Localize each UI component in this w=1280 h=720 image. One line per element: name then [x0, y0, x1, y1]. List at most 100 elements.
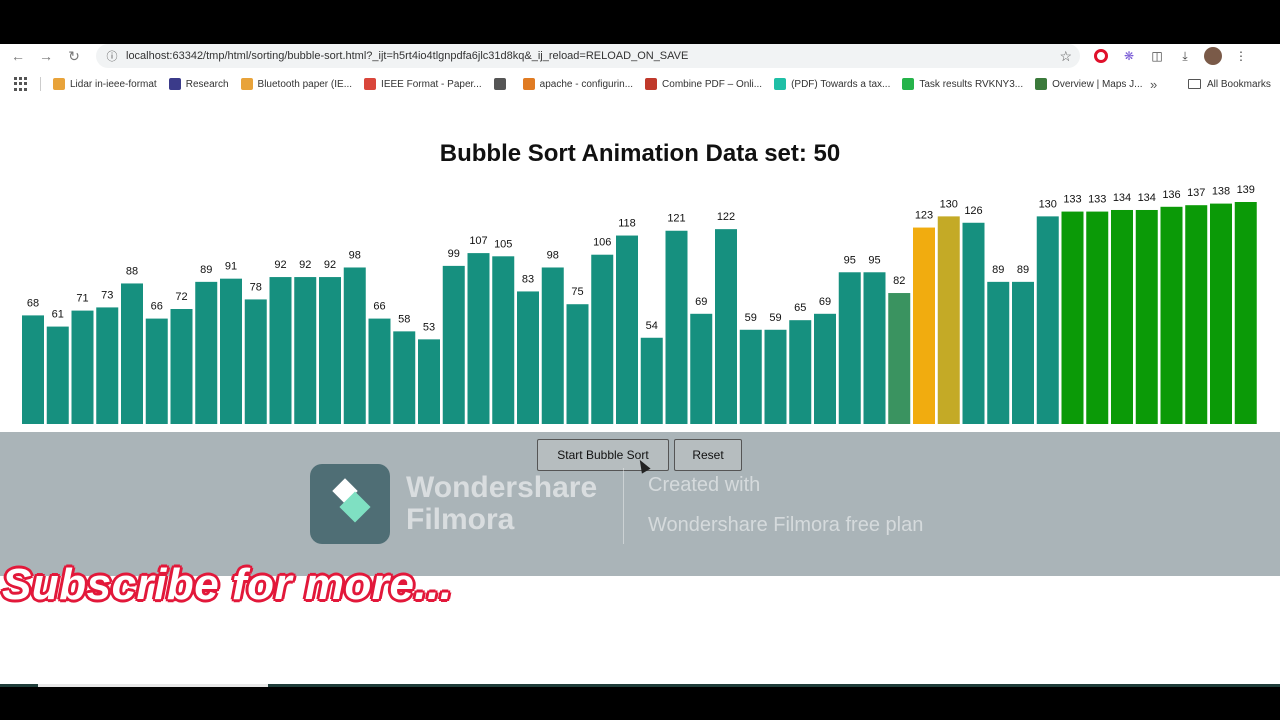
bookmark-item[interactable]: apache - configurin... — [522, 78, 633, 90]
bar — [888, 293, 911, 424]
bar — [442, 265, 465, 424]
bookmark-item[interactable]: Combine PDF – Onli... — [645, 78, 762, 90]
bar-value-label: 88 — [126, 265, 138, 277]
bar — [467, 253, 490, 424]
bookmark-label: Bluetooth paper (IE... — [257, 78, 353, 90]
rg-icon — [774, 78, 787, 90]
bar — [690, 313, 713, 424]
opera-icon[interactable] — [1092, 47, 1110, 65]
bar — [22, 315, 44, 424]
bookmark-item[interactable]: Bluetooth paper (IE... — [240, 78, 353, 90]
bar — [541, 267, 564, 424]
bar-value-label: 69 — [819, 296, 831, 308]
bar — [393, 331, 416, 424]
bookmark-item[interactable]: IEEE Format - Paper... — [364, 78, 482, 90]
apps-grid-icon[interactable] — [14, 77, 28, 91]
all-bookmarks-button[interactable]: All Bookmarks — [1188, 79, 1271, 90]
bar — [319, 277, 341, 424]
bar-value-label: 54 — [646, 320, 658, 332]
bar-value-label: 98 — [547, 249, 559, 261]
bookmark-label: Combine PDF – Onli... — [662, 78, 763, 90]
bar — [71, 310, 94, 424]
bar — [739, 329, 762, 424]
bar — [1036, 216, 1059, 424]
n-logo-icon — [168, 78, 181, 90]
screen: ← → ↻ ⓘ localhost:63342/tmp/html/sorting… — [0, 0, 1280, 720]
puzzle-extensions-icon[interactable]: ◫ — [1148, 47, 1166, 65]
bar — [863, 272, 886, 424]
bar — [937, 216, 960, 424]
bar-value-label: 139 — [1237, 184, 1255, 196]
bar-value-label: 130 — [940, 198, 958, 210]
bar-value-label: 105 — [494, 238, 512, 250]
bookmark-label: IEEE Format - Paper... — [381, 78, 482, 90]
bar-value-label: 58 — [398, 313, 410, 325]
bar-value-label: 91 — [225, 261, 237, 273]
bookmark-label: (PDF) Towards a tax... — [791, 78, 891, 90]
bar — [1061, 211, 1084, 424]
bookmark-star-icon[interactable]: ☆ — [1059, 48, 1072, 65]
bar-value-label: 89 — [992, 264, 1004, 276]
bookmark-item[interactable]: Research — [168, 78, 229, 90]
bar-chart: 68 61 71 73 88 66 72 89 91 78 92 92 92 98 66 58 53 99 107 1… — [0, 182, 1280, 427]
bar — [368, 318, 391, 424]
bar-value-label: 118 — [618, 218, 636, 230]
bar-value-label: 126 — [964, 205, 982, 217]
bookmark-label: Research — [185, 78, 229, 90]
doc-icon — [53, 78, 65, 90]
bookmark-label: Overview | Maps J... — [1052, 78, 1143, 90]
watermark-divider — [623, 468, 624, 544]
site-info-icon[interactable]: ⓘ — [104, 48, 120, 64]
bar-value-label: 66 — [151, 301, 163, 313]
video-progress-bar[interactable] — [0, 684, 1280, 687]
globe-icon — [493, 78, 506, 90]
bar-value-label: 136 — [1162, 189, 1180, 201]
bar — [96, 307, 119, 424]
bar-value-label: 92 — [274, 259, 286, 271]
bar-value-label: 133 — [1063, 194, 1081, 206]
bar — [616, 235, 638, 424]
bookmark-item[interactable]: Lidar in-ieee-format — [53, 78, 157, 90]
watermark-brand-line2: Filmora — [406, 503, 515, 536]
bar-value-label: 72 — [175, 291, 187, 303]
code-icon — [1035, 78, 1048, 90]
bar-value-label: 138 — [1212, 186, 1230, 198]
bar — [121, 283, 143, 424]
more-bookmarks-chevron-icon[interactable]: » — [1150, 77, 1157, 92]
bar — [665, 230, 688, 424]
bar — [269, 277, 292, 424]
bar-value-label: 53 — [423, 321, 435, 333]
bar-value-label: 89 — [1017, 264, 1029, 276]
url-text: localhost:63342/tmp/html/sorting/bubble-… — [126, 50, 689, 62]
back-arrow-icon[interactable]: ← — [4, 44, 32, 68]
bar — [814, 313, 836, 424]
menu-kebab-icon[interactable]: ⋮ — [1232, 47, 1250, 65]
watermark-plan-text: Wondershare Filmora free plan — [648, 514, 924, 536]
reset-button[interactable]: Reset — [674, 439, 742, 471]
all-bookmarks-label: All Bookmarks — [1207, 78, 1271, 90]
bookmark-item[interactable] — [493, 78, 511, 90]
profile-avatar[interactable] — [1204, 47, 1222, 65]
address-bar[interactable]: ⓘ localhost:63342/tmp/html/sorting/bubbl… — [96, 44, 1080, 68]
gear-extension-icon[interactable]: ❋ — [1120, 47, 1138, 65]
bar-value-label: 66 — [373, 301, 385, 313]
bar-value-label: 107 — [469, 235, 487, 247]
bar — [145, 318, 168, 424]
bar-value-label: 82 — [893, 275, 905, 287]
bar — [1086, 211, 1109, 424]
bar — [343, 267, 366, 424]
bookmark-item[interactable]: Task results RVKNY3... — [902, 78, 1023, 90]
forward-arrow-icon[interactable]: → — [32, 44, 60, 68]
bar — [962, 222, 985, 424]
bookmark-item[interactable]: (PDF) Towards a tax... — [774, 78, 890, 90]
bar-value-label: 92 — [299, 259, 311, 271]
download-icon[interactable]: ⤓ — [1176, 47, 1194, 65]
bar — [987, 281, 1010, 424]
bookmark-item[interactable]: Overview | Maps J... — [1035, 78, 1143, 90]
reload-icon[interactable]: ↻ — [60, 44, 88, 68]
bar — [1111, 209, 1133, 424]
bar-value-label: 134 — [1138, 192, 1156, 204]
bar-value-label: 123 — [915, 210, 933, 222]
bar — [1160, 206, 1183, 424]
browser-toolbar: ← → ↻ ⓘ localhost:63342/tmp/html/sorting… — [0, 44, 1280, 68]
